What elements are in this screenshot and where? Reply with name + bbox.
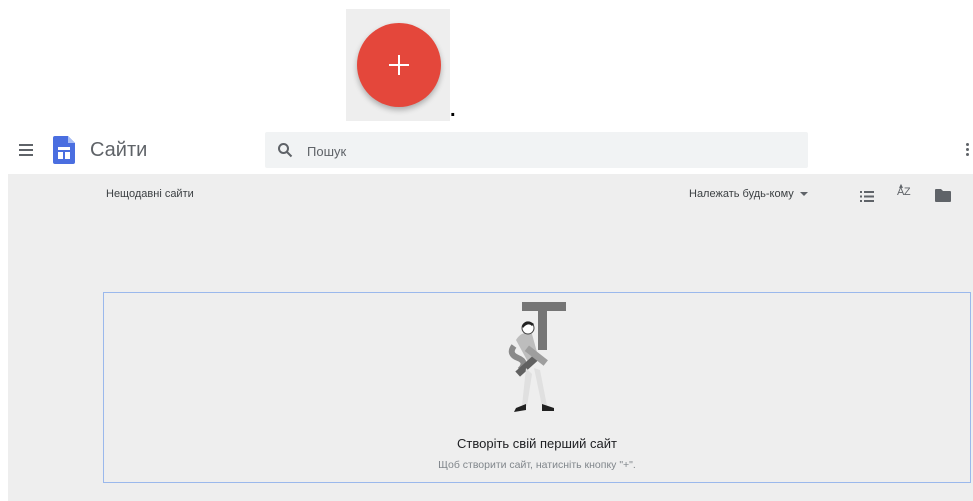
caret-down-icon [799, 192, 808, 196]
app-title: Сайти [90, 139, 148, 161]
caption-period: . [450, 99, 456, 121]
search-icon [278, 143, 293, 158]
list-view-icon[interactable] [860, 191, 874, 202]
empty-state-title: Створіть свій перший сайт [457, 436, 617, 451]
owner-filter-label: Належать будь-кому [689, 188, 794, 200]
folder-icon[interactable] [935, 189, 951, 202]
owner-filter-dropdown[interactable]: Належать будь-кому [689, 188, 808, 200]
fab-preview-tile [346, 9, 450, 121]
main-content: Нещодавні сайти Належать будь-кому ▴ AZ [8, 174, 973, 501]
recent-sites-label: Нещодавні сайти [106, 188, 194, 200]
empty-state-card: Створіть свій перший сайт Щоб створити с… [103, 292, 971, 483]
more-vert-icon[interactable] [966, 143, 970, 157]
person-carrying-letter-t-illustration [508, 302, 566, 412]
empty-state-subtitle: Щоб створити сайт, натисніть кнопку "+". [438, 459, 636, 471]
search-input[interactable] [305, 141, 789, 161]
hamburger-menu-icon[interactable] [19, 144, 33, 156]
search-bar[interactable] [265, 132, 808, 168]
sort-az-icon[interactable]: ▴ AZ [897, 181, 911, 198]
plus-icon [389, 55, 409, 75]
sort-arrow-icon: ▴ [899, 181, 903, 190]
google-sites-logo-icon[interactable] [53, 136, 75, 164]
app-header: Сайти [0, 126, 973, 174]
create-site-fab[interactable] [357, 23, 441, 107]
